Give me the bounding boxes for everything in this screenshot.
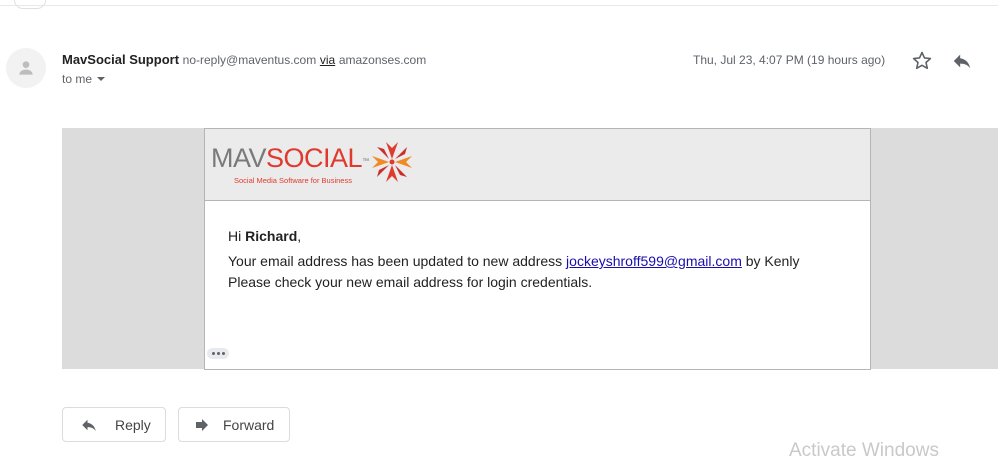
- message-body: Hi Richard, Your email address has been …: [205, 201, 870, 293]
- sender-info: MavSocial Support no-reply@maventus.com …: [62, 52, 426, 67]
- logo-trademark: ™: [362, 158, 369, 165]
- show-trimmed-content-button[interactable]: [207, 348, 229, 359]
- email-link[interactable]: jockeyshroff599@gmail.com: [566, 253, 742, 269]
- logo-social: SOCIAL: [266, 143, 363, 173]
- recipient-row[interactable]: to me: [62, 72, 106, 86]
- recipient-label: to me: [62, 72, 93, 86]
- header-divider: [0, 5, 998, 6]
- message-line-2: Please check your new email address for …: [228, 274, 593, 290]
- via-domain: amazonses.com: [338, 53, 427, 67]
- activate-windows-watermark: Activate Windows: [789, 440, 939, 461]
- line1-suffix: by Kenly: [741, 253, 800, 269]
- logo-x-icon: [371, 142, 412, 182]
- email-date: Thu, Jul 23, 4:07 PM (19 hours ago): [693, 53, 886, 67]
- sender-email: no-reply@maventus.com: [182, 53, 317, 67]
- person-icon: [19, 61, 33, 75]
- chevron-down-icon[interactable]: [96, 74, 106, 84]
- star-button[interactable]: [910, 49, 934, 73]
- sender-name[interactable]: MavSocial Support: [62, 52, 179, 67]
- greeting-prefix: Hi: [228, 228, 246, 244]
- greeting-suffix: ,: [297, 228, 302, 244]
- logo-mav: MAV: [211, 143, 267, 173]
- message-card: MAVSOCIAL™ Social Media Software for Bus…: [204, 128, 871, 370]
- reply-icon: [82, 419, 96, 431]
- logo-tagline: Social Media Software for Business: [234, 176, 352, 185]
- forward-button[interactable]: Forward: [178, 407, 290, 442]
- line1-prefix: Your email address has been updated to n…: [228, 253, 567, 269]
- avatar[interactable]: [6, 48, 46, 88]
- star-icon: [912, 51, 932, 70]
- reply-button[interactable]: Reply: [62, 407, 166, 442]
- reply-header-button[interactable]: [951, 50, 973, 72]
- forward-icon: [196, 418, 208, 431]
- ellipsis-icon: [211, 352, 215, 355]
- greeting: Hi Richard,: [228, 226, 870, 247]
- reply-label: Reply: [115, 416, 151, 433]
- greeting-name: Richard: [245, 228, 298, 244]
- reply-icon: [953, 54, 971, 69]
- message-header: MAVSOCIAL™ Social Media Software for Bus…: [205, 129, 870, 201]
- forward-label: Forward: [223, 416, 275, 433]
- message-line-1: Your email address has been updated to n…: [228, 251, 870, 272]
- via-link[interactable]: via: [320, 53, 335, 67]
